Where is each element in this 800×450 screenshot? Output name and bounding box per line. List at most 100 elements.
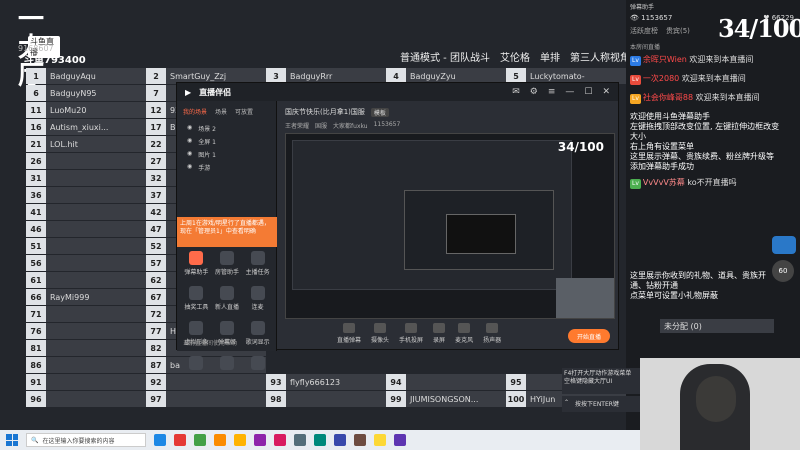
tool-button[interactable] — [181, 356, 212, 372]
danmu-user[interactable]: 社会你峰哥88 — [643, 93, 693, 102]
taskbar-app-icon[interactable] — [274, 434, 286, 446]
tool-label: 抽奖工具 — [184, 304, 209, 311]
player-cell: 96 — [26, 391, 146, 407]
taskbar-app-icon[interactable] — [294, 434, 306, 446]
settings-icon[interactable]: ⚙ — [530, 87, 538, 97]
eye-icon[interactable]: ◉ — [187, 137, 192, 146]
tool-button[interactable]: 连麦 — [242, 286, 273, 311]
eye-icon[interactable]: ◉ — [187, 163, 192, 172]
close-icon[interactable]: ✕ — [602, 87, 610, 97]
window-titlebar[interactable]: ▶ 直播伴侣 ✉ ⚙ ≡ — ☐ ✕ — [177, 83, 618, 101]
tool-icon — [219, 286, 234, 300]
player-rank: 42 — [146, 204, 166, 220]
promo-banner[interactable]: 上周1在游戏/明星行了直播都遇，现在「管理员1」中查看明确 — [177, 217, 277, 247]
taskbar-app-icon[interactable] — [234, 434, 246, 446]
tool-button[interactable] — [212, 356, 243, 372]
menu-icon[interactable]: ≡ — [548, 87, 556, 97]
gift-info: 这里展示你收到的礼物、道具、贵族开通、钻粉开通 点菜单可设置小礼物屏蔽 — [630, 271, 766, 300]
preview-score: 34/100 — [557, 140, 604, 154]
search-icon: 🔍 — [31, 436, 39, 444]
tool-button[interactable]: 新人直播 — [212, 286, 243, 311]
live-companion-window[interactable]: ▶ 直播伴侣 ✉ ⚙ ≡ — ☐ ✕ 我的场景 场景 可放置 ◉ 场景 2 ◉ 全屏… — [176, 82, 619, 370]
tab-scenes[interactable]: 场景 — [215, 107, 227, 116]
player-rank: 21 — [26, 136, 46, 152]
tool-label: 录屏 — [433, 337, 446, 344]
camera-button[interactable]: 摄像头 — [371, 323, 389, 344]
tool-icon — [219, 321, 234, 335]
taskbar-app-icon[interactable] — [174, 434, 186, 446]
tool-button[interactable]: 主播任务 — [242, 251, 273, 276]
tool-label: 麦克风 — [455, 337, 474, 344]
player-rank: 99 — [386, 391, 406, 407]
layer-item[interactable]: ◉ 全屏 1 — [177, 135, 276, 148]
windows-start-icon[interactable] — [6, 434, 18, 446]
tab-vip[interactable]: 贵宾(5) — [666, 26, 690, 36]
tool-label: 直播弹幕 — [337, 337, 362, 344]
layer-item[interactable]: ◉ 图片 1 — [177, 148, 276, 161]
stream-screen: 一大厅 斗鱼直播 9168607 斗鱼793400 普通模式 - 团队战斗 艾伦… — [0, 0, 800, 450]
tool-button[interactable] — [242, 356, 273, 372]
tool-button[interactable]: 弹幕助手 — [181, 251, 212, 276]
taskbar-app-icon[interactable] — [374, 434, 386, 446]
taskbar-app-icon[interactable] — [314, 434, 326, 446]
tool-button[interactable]: 抽奖工具 — [181, 286, 212, 311]
player-name: LOL.hit — [46, 136, 146, 152]
helper-tips: 欢迎使用斗鱼弹幕助手 左键拖拽顶部改变位置, 左键拉伸边框改变大小 右上角有设置… — [630, 112, 780, 171]
mail-icon[interactable]: ✉ — [512, 87, 520, 97]
unassigned-group[interactable]: 未分配 (0) — [660, 319, 774, 333]
phone-cast-button[interactable]: 手机投屏 — [399, 323, 423, 344]
layer-item[interactable]: ◉ 场景 2 — [177, 122, 276, 135]
player-rank: 46 — [26, 221, 46, 237]
player-rank: 67 — [146, 289, 166, 305]
scene-tag[interactable]: 模板 — [370, 107, 389, 117]
speaker-button[interactable]: 扬声器 — [483, 323, 501, 344]
player-cell: 66 RayMi999 — [26, 289, 146, 305]
start-stream-button[interactable]: 开始直播 — [568, 329, 610, 343]
danmu-user[interactable]: 一次2080 — [643, 74, 679, 83]
tool-label: 歌词显示 — [245, 339, 270, 346]
danmu-message: Lv 余晖只Wien 欢迎来到本直播间 — [630, 55, 780, 66]
maximize-icon[interactable]: ☐ — [584, 87, 592, 97]
tool-button[interactable]: 房管助手 — [212, 251, 243, 276]
player-name — [166, 391, 266, 407]
tab-my-scenes[interactable]: 我的场景 — [183, 107, 207, 116]
danmu-user[interactable]: 余晖只Wien — [643, 55, 687, 64]
player-cell: 92 — [146, 374, 266, 390]
tool-grid: 弹幕助手 房管助手 主播任务 抽奖工具 新人直播 连麦 虚拟形象 弹幕姬 歌词显示 — [181, 251, 273, 372]
eye-icon[interactable]: ◉ — [187, 150, 192, 159]
stream-preview[interactable]: 34/100 — [285, 133, 615, 319]
danmu-text: 欢迎来到本直播间 — [689, 55, 754, 64]
tool-icon — [250, 321, 265, 335]
help-link[interactable]: 当前直播间使用帮助 — [183, 338, 237, 347]
taskbar-app-icon[interactable] — [394, 434, 406, 446]
minimize-icon[interactable]: — — [565, 87, 574, 97]
tab-placeable[interactable]: 可放置 — [235, 107, 253, 116]
player-name — [46, 391, 146, 407]
layer-item[interactable]: ◉ 手游 — [177, 161, 276, 174]
taskbar-app-icon[interactable] — [334, 434, 346, 446]
tool-button[interactable]: 歌词显示 — [242, 321, 273, 346]
player-rank: 56 — [26, 255, 46, 271]
bottom-toolbar: 直播弹幕 摄像头 手机投屏 录屏 麦克风 扬声器 — [337, 323, 501, 344]
channel-logo: 一大厅 斗鱼直播 — [18, 6, 60, 90]
danmu-user[interactable]: VvVvV苏幕 — [643, 178, 685, 187]
tool-label: 扬声器 — [483, 337, 502, 344]
tool-label: 连麦 — [251, 304, 264, 311]
taskbar-app-icon[interactable] — [214, 434, 226, 446]
danmu-message: Lv 社会你峰哥88 欢迎来到本直播间 — [630, 93, 780, 104]
danmu-button[interactable]: 直播弹幕 — [337, 323, 361, 344]
player-cell: 36 — [26, 187, 146, 203]
mic-button[interactable]: 麦克风 — [455, 323, 473, 344]
taskbar-app-icon[interactable] — [354, 434, 366, 446]
taskbar-app-icon[interactable] — [194, 434, 206, 446]
taskbar-app-icon[interactable] — [154, 434, 166, 446]
tool-icon — [250, 356, 265, 370]
taskbar-app-icon[interactable] — [254, 434, 266, 446]
player-rank: 57 — [146, 255, 166, 271]
windows-taskbar: 🔍 在这里输入你要搜索的内容 — [0, 430, 640, 450]
tab-activity-rank[interactable]: 活跃度榜 — [630, 26, 658, 36]
taskbar-search[interactable]: 🔍 在这里输入你要搜索的内容 — [26, 433, 146, 447]
eye-icon[interactable]: ◉ — [187, 124, 192, 133]
douyu-fish-icon[interactable] — [772, 236, 796, 254]
record-button[interactable]: 录屏 — [433, 323, 445, 344]
